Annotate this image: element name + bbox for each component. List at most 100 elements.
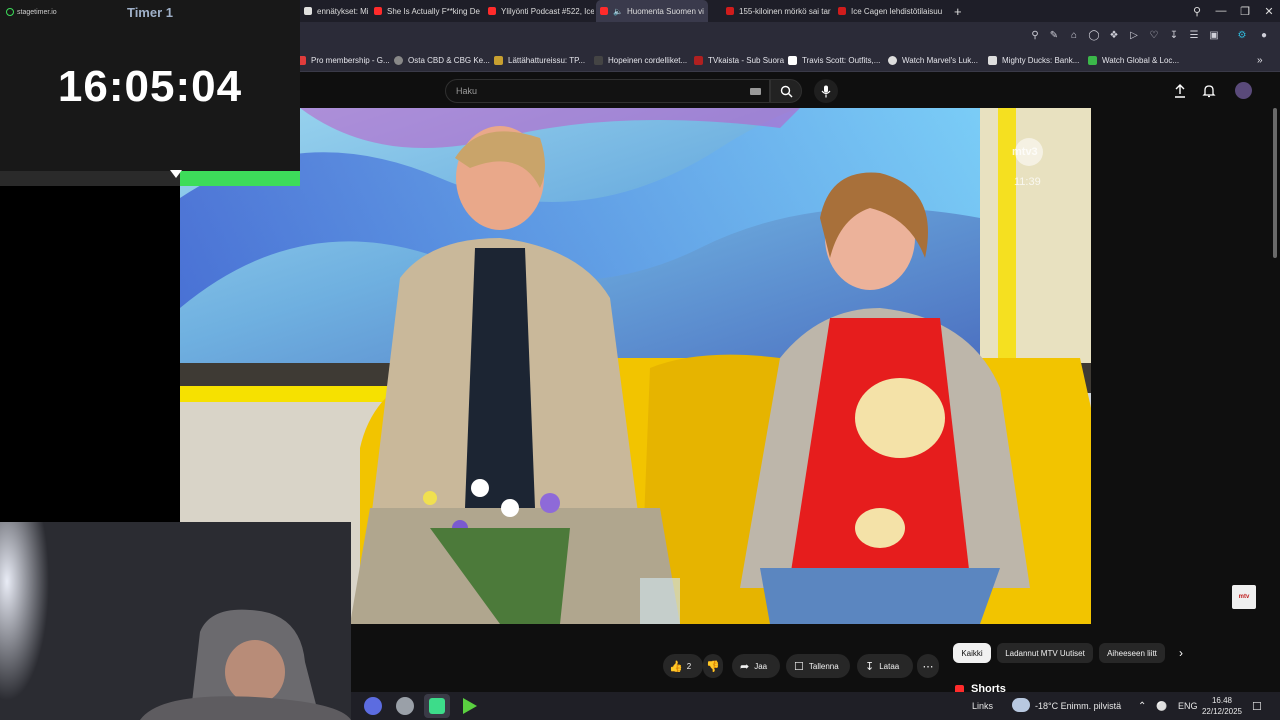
plus-icon: + — [954, 3, 962, 19]
browser-tab[interactable]: Ylilyönti Podcast #522, Ice — [484, 0, 594, 22]
channel-watermark[interactable]: mtv — [1232, 585, 1256, 609]
chip-uploaded-by[interactable]: Ladannut MTV Uutiset — [997, 643, 1093, 663]
bookmark-item[interactable]: Osta CBD & CBG Ke... — [394, 48, 490, 72]
bookmark-label: Osta CBD & CBG Ke... — [408, 55, 490, 65]
keyboard-icon[interactable] — [750, 88, 761, 95]
search-icon[interactable]: ⚲ — [1028, 28, 1042, 42]
voice-search-button[interactable] — [814, 79, 838, 103]
clock-time: 16.48 — [1211, 696, 1233, 705]
shield-icon[interactable]: ◯ — [1087, 28, 1101, 42]
bookmark-item[interactable]: Watch Global & Loc... — [1088, 48, 1179, 72]
avatar[interactable] — [1235, 82, 1252, 99]
new-tab-button[interactable]: + — [950, 0, 970, 22]
broadcast-clock: 11:39 — [1014, 176, 1041, 188]
timer-display: 16:05:04 — [57, 62, 243, 111]
like-button[interactable]: 👍 2 — [663, 654, 703, 678]
bookmark-item[interactable]: Watch Marvel's Luk... — [888, 48, 978, 72]
more-actions-button[interactable]: ⋯ — [917, 654, 939, 678]
speaker-icon[interactable]: 🔈 — [613, 7, 623, 16]
language-indicator[interactable]: ENG — [1178, 697, 1198, 715]
upload-button[interactable] — [1172, 83, 1188, 99]
download-label: Lataa — [879, 661, 900, 671]
channel-logo: mtv3 — [1012, 146, 1038, 158]
youtube-icon — [600, 7, 608, 15]
browser-tab-active[interactable]: 🔈 Huomenta Suomen vi — [596, 0, 708, 22]
bookmark-item[interactable]: Travis Scott: Outfits,... — [788, 48, 880, 72]
discord-icon[interactable] — [364, 697, 382, 715]
chip-all[interactable]: Kaikki — [953, 643, 991, 663]
share-button[interactable]: ➦ Jaa — [732, 654, 780, 678]
tab-label: She Is Actually F**king De — [387, 6, 480, 16]
media-app-icon[interactable] — [463, 698, 477, 714]
browser-tab[interactable]: 155-kiloinen mörkö sai tar — [722, 0, 832, 22]
browser-tab[interactable]: She Is Actually F**king De — [370, 0, 482, 22]
tab-label: 155-kiloinen mörkö sai tar — [739, 6, 831, 16]
bookmark-label: Watch Global & Loc... — [1102, 55, 1180, 65]
close-icon[interactable]: ✕ — [1257, 0, 1280, 22]
links-toolbar[interactable]: Links — [972, 697, 993, 715]
browser-tab[interactable]: ennätykset: Mitkä l — [300, 0, 368, 22]
taskbar-active-app[interactable] — [424, 694, 450, 718]
bookmark-label: TVkaista - Sub Suora — [708, 55, 785, 65]
bookmarks-overflow-icon[interactable]: » — [1257, 48, 1263, 72]
browser-app-icon — [429, 698, 445, 714]
dislike-button[interactable]: 👎 — [703, 654, 723, 678]
tab-favicon-icon — [304, 7, 312, 15]
heart-icon[interactable]: ♡ — [1147, 28, 1161, 42]
webcam-image — [0, 522, 351, 720]
chip-related[interactable]: Aiheeseen liitt — [1099, 643, 1165, 663]
clock-date: 22/12/2025 — [1201, 707, 1243, 716]
download-icon[interactable]: ↧ — [1167, 28, 1181, 42]
minimize-icon[interactable]: — — [1209, 0, 1233, 22]
translate-icon[interactable]: ⚙ — [1235, 28, 1249, 42]
scrollbar-thumb[interactable] — [1273, 108, 1277, 258]
menu-icon[interactable]: ☰ — [1187, 28, 1201, 42]
app-icon[interactable] — [396, 697, 414, 715]
bookmark-icon — [788, 55, 797, 65]
bookmark-item[interactable]: Lättähattureissu: TP... — [494, 48, 585, 72]
browser-tab[interactable]: Ice Cagen lehdistötilaisuu — [834, 0, 944, 22]
profile-icon[interactable]: ● — [1257, 28, 1271, 42]
bookmark-item[interactable]: TVkaista - Sub Suora — [694, 48, 784, 72]
thumbs-down-icon: 👎 — [706, 660, 720, 673]
notifications-button[interactable] — [1201, 83, 1217, 99]
bookmark-label: Mighty Ducks: Bank... — [1002, 55, 1080, 65]
bookmark-item[interactable]: Pro membership - G... — [297, 48, 390, 72]
tab-label: Ice Cagen lehdistötilaisuu — [851, 6, 943, 16]
search-input[interactable]: Haku — [445, 79, 770, 103]
youtube-icon — [488, 7, 496, 15]
weather-text[interactable]: -18°C Enimm. pilvistä — [1035, 697, 1121, 715]
search-tabs-icon[interactable]: ⚲ — [1185, 0, 1209, 22]
chips-next-icon[interactable]: › — [1172, 643, 1190, 663]
extension-icon[interactable]: ❖ — [1107, 28, 1121, 42]
bookmark-label: Hopeinen cordelliket... — [608, 55, 688, 65]
notification-center-icon[interactable]: ☐ — [1252, 697, 1262, 715]
save-button[interactable]: ☐ Tallenna — [786, 654, 850, 678]
share-label: Jaa — [754, 661, 768, 671]
bookmark-item[interactable]: Mighty Ducks: Bank... — [988, 48, 1079, 72]
tray-expand-icon[interactable]: ⌃ — [1138, 697, 1146, 715]
youtube-icon — [374, 7, 382, 15]
stagetimer-overlay: stagetimer.io Timer 1 16:05:04 — [0, 0, 300, 186]
network-icon[interactable]: ⚪ — [1156, 697, 1167, 715]
play-icon[interactable]: ▷ — [1127, 28, 1141, 42]
bookmark-icon — [888, 55, 897, 65]
bookmark-item[interactable]: Hopeinen cordelliket... — [594, 48, 687, 72]
edit-icon[interactable]: ✎ — [1047, 28, 1061, 42]
bookmark-label: Pro membership - G... — [311, 55, 390, 65]
search-placeholder: Haku — [456, 86, 478, 96]
download-icon: ↧ — [865, 660, 875, 673]
like-count: 2 — [686, 661, 692, 671]
search-button[interactable] — [770, 79, 802, 103]
download-button[interactable]: ↧ Lataa — [857, 654, 913, 678]
timer-progress-fill — [180, 171, 300, 186]
upload-icon — [1175, 84, 1185, 98]
home-icon[interactable]: ⌂ — [1067, 28, 1081, 42]
lock-icon[interactable]: ▣ — [1207, 28, 1221, 42]
tab-favicon-icon — [726, 7, 734, 15]
bookmark-label: Watch Marvel's Luk... — [902, 55, 978, 65]
tab-label: ennätykset: Mitkä l — [317, 6, 368, 16]
taskbar-clock[interactable]: 16.48 22/12/2025 — [1200, 695, 1244, 717]
bell-icon — [1202, 85, 1216, 98]
restore-icon[interactable]: ❐ — [1233, 0, 1257, 22]
